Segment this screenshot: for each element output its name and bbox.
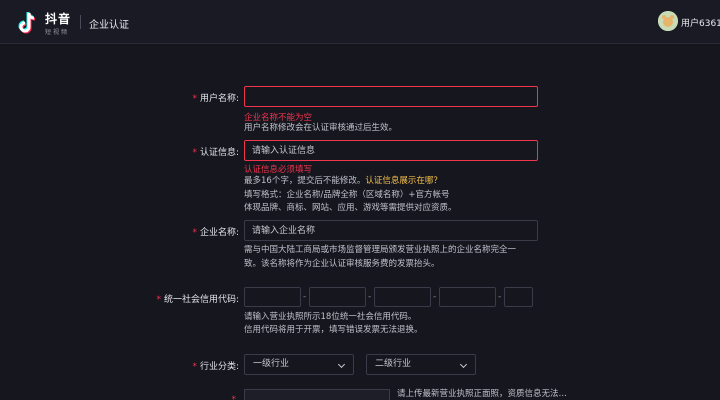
cert-info-help: 最多16个字，提交后不能修改。认证信息展示在哪？: [244, 176, 442, 186]
required-marker: *: [231, 395, 237, 400]
brand-name: 抖音: [45, 12, 72, 26]
credit-code-separator: -: [433, 292, 437, 302]
industry-level2-select[interactable]: 二级行业: [366, 354, 476, 375]
cert-info-where-link[interactable]: 认证信息展示在哪？: [365, 176, 442, 186]
credit-code-separator: -: [303, 292, 307, 302]
credit-code-segment-5[interactable]: [504, 287, 533, 307]
company-name-field-label: * 企业名称:: [192, 228, 239, 238]
credit-code-field-label: * 统一社会信用代码:: [156, 295, 239, 305]
license-help: 请上传最新营业执照正面照，资质信息无法…: [397, 389, 568, 399]
credit-code-segment-3[interactable]: [374, 287, 431, 307]
avatar[interactable]: [658, 11, 678, 31]
avatar-image-icon: [658, 11, 678, 31]
credit-code-separator: -: [368, 292, 372, 302]
username-input[interactable]: [244, 86, 538, 107]
credit-code-help-2: 信用代码将用于开票，填写错误发票无法退换。: [244, 325, 423, 335]
license-upload-area[interactable]: [244, 389, 390, 400]
license-field-label: *: [232, 395, 240, 400]
industry-level2-value: 二级行业: [375, 359, 412, 369]
industry-level1-value: 一级行业: [253, 359, 290, 369]
required-marker: *: [192, 94, 197, 104]
required-marker: *: [192, 228, 197, 238]
company-name-input[interactable]: [244, 220, 538, 241]
required-marker: *: [192, 148, 197, 158]
username-help: 用户名称修改会在认证审核通过后生效。: [244, 123, 398, 133]
top-bar: 抖音 短视频 企业认证 用户6361…: [0, 0, 720, 44]
credit-code-separator: -: [498, 292, 502, 302]
company-name-help-2: 致。该名称将作为企业认证审核服务费的发票抬头。: [244, 259, 440, 269]
cert-info-input[interactable]: [244, 140, 538, 161]
industry-level1-select[interactable]: 一级行业: [244, 354, 354, 375]
brand-subtitle: 短视频: [45, 29, 70, 36]
chevron-down-icon: [337, 360, 346, 369]
credit-code-help-1: 请输入营业执照所示18位统一社会信用代码。: [244, 312, 417, 322]
page-title: 企业认证: [89, 20, 129, 31]
username-field-label: * 用户名称:: [192, 94, 239, 104]
credit-code-segment-1[interactable]: [244, 287, 301, 307]
cert-info-format-help: 填写格式：企业名称/品牌全称（区域名称）+官方帐号: [244, 190, 450, 200]
required-marker: *: [192, 362, 197, 372]
cert-info-field-label: * 认证信息:: [192, 148, 239, 158]
header-divider: [80, 15, 81, 29]
cert-info-qualification-help: 体现品牌、商标、网站、应用、游戏等需提供对应资质。: [244, 203, 457, 213]
username-label[interactable]: 用户6361…: [681, 16, 720, 29]
credit-code-segment-4[interactable]: [439, 287, 496, 307]
credit-code-segment-2[interactable]: [309, 287, 366, 307]
chevron-down-icon: [459, 360, 468, 369]
company-name-help-1: 需与中国大陆工商局或市场监督管理局颁发营业执照上的企业名称完全一: [244, 245, 517, 255]
required-marker: *: [156, 295, 161, 305]
douyin-logo-icon[interactable]: [14, 9, 42, 37]
cert-info-error: 认证信息必须填写: [244, 165, 313, 175]
industry-field-label: * 行业分类:: [192, 362, 239, 372]
